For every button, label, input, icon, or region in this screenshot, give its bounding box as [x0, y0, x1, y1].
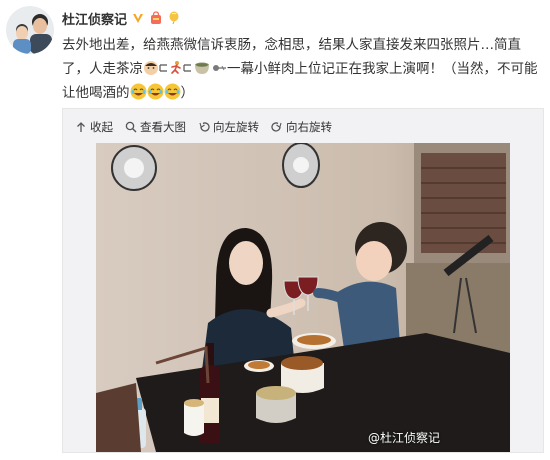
laugh-cry-emoji: [130, 83, 147, 100]
view-large-button[interactable]: 查看大图: [125, 119, 186, 135]
verified-v-icon[interactable]: [131, 11, 145, 25]
post-text: 去外地出差，给燕燕微信诉衷肠，念相思，结果人家直接发来四张照片…简直 了，人走茶…: [62, 33, 544, 105]
collapse-label: 收起: [90, 120, 113, 134]
weibo-post: 杜江侦察记 去外地出差，给燕燕微信诉衷肠，念相思，结果人家直接发来四张照片…简直…: [0, 0, 550, 460]
vip-bag-icon[interactable]: [149, 11, 163, 25]
post-text-segment: 让他喝酒的: [62, 85, 130, 101]
post-text-line-1: 去外地出差，给燕燕微信诉衷肠，念相思，结果人家直接发来四张照片…简直: [62, 37, 521, 53]
avatar[interactable]: [6, 6, 54, 54]
arrow-icon: [159, 60, 169, 76]
rotate-left-button[interactable]: 向左旋转: [198, 119, 259, 135]
collapse-button[interactable]: 收起: [75, 119, 113, 135]
media-viewer: 收起 查看大图 向左旋转 向右旋转 @杜江侦察记: [62, 108, 544, 453]
post-text-line-2: 了，人走茶凉 一幕小鲜肉上位记正在我家上演啊！（当然，不可能: [62, 57, 544, 81]
view-large-label: 查看大图: [140, 120, 186, 134]
face-emoji: [143, 60, 159, 76]
pin-emoji: [211, 60, 227, 76]
rotate-left-label: 向左旋转: [213, 120, 259, 134]
photo-watermark: @杜江侦察记: [367, 431, 440, 445]
laugh-cry-emoji: [164, 83, 181, 100]
tea-cup-emoji: [193, 60, 211, 76]
media-toolbar: 收起 查看大图 向左旋转 向右旋转: [75, 118, 332, 136]
username[interactable]: 杜江侦察记: [62, 9, 127, 28]
rotate-right-icon: [271, 122, 282, 132]
balloon-icon[interactable]: [167, 11, 181, 25]
arrow-icon: [183, 60, 193, 76]
user-row: 杜江侦察记: [62, 8, 181, 28]
post-text-line-3: 让他喝酒的 ）: [62, 81, 544, 105]
post-text-segment: ）: [180, 85, 195, 101]
arrow-up-icon: [77, 122, 85, 132]
post-text-segment: 了，人走茶凉: [62, 61, 143, 77]
rotate-left-icon: [199, 122, 210, 132]
zoom-icon: [125, 121, 137, 133]
laugh-cry-emoji: [147, 83, 164, 100]
runner-emoji: [169, 60, 183, 76]
rotate-right-label: 向右旋转: [286, 120, 332, 134]
rotate-right-button[interactable]: 向右旋转: [271, 119, 332, 135]
post-text-segment: 一幕小鲜肉上位记正在我家上演啊！（当然，不可能: [227, 61, 538, 77]
post-photo[interactable]: @杜江侦察记: [96, 143, 510, 452]
